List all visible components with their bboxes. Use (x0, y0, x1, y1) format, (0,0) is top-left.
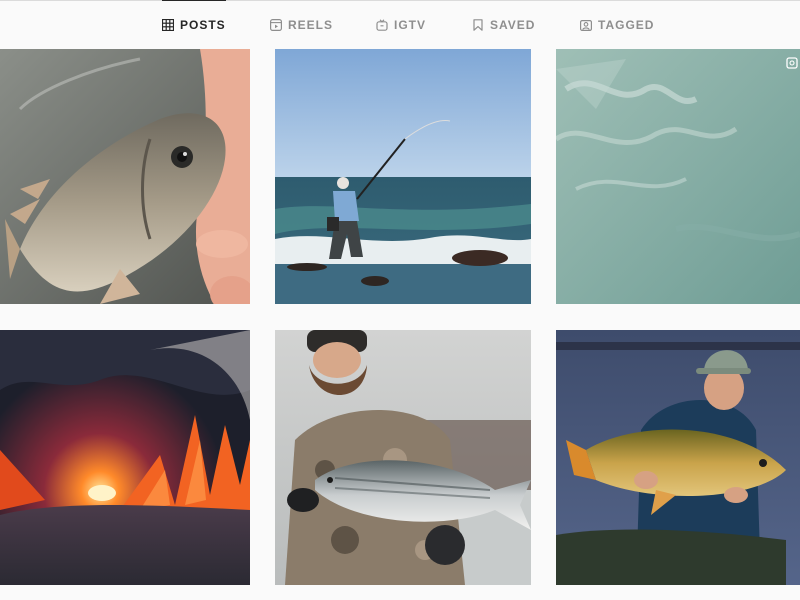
grid-icon (162, 18, 174, 31)
reels-icon (270, 19, 282, 31)
post-thumbnail-sunset-fin[interactable] (0, 330, 250, 585)
post-thumbnail-fish-school[interactable] (556, 49, 800, 304)
tab-reels-label: REELS (288, 18, 334, 32)
post-thumbnail-scup[interactable] (0, 49, 250, 304)
igtv-icon (376, 19, 388, 31)
post-thumbnail-carp[interactable] (556, 330, 800, 585)
tab-igtv[interactable]: IGTV (376, 1, 426, 49)
tab-posts-label: POSTS (180, 17, 226, 32)
profile-tab-bar: POSTS REELS IGTV SAVED TAGGED (0, 0, 800, 49)
post-thumbnail-striped-bass[interactable] (275, 330, 531, 585)
bookmark-icon (472, 19, 484, 31)
post-thumbnail-surf-casting[interactable] (275, 49, 531, 304)
profile-posts-page: POSTS REELS IGTV SAVED TAGGED (0, 0, 800, 600)
video-icon (786, 57, 798, 69)
tab-posts[interactable]: POSTS (162, 0, 226, 48)
tab-tagged[interactable]: TAGGED (580, 1, 654, 49)
tab-tagged-label: TAGGED (598, 18, 655, 32)
tag-icon (580, 19, 592, 31)
tab-saved-label: SAVED (490, 18, 536, 32)
tab-saved[interactable]: SAVED (472, 1, 535, 49)
tab-igtv-label: IGTV (394, 18, 427, 32)
tab-reels[interactable]: REELS (270, 1, 333, 49)
